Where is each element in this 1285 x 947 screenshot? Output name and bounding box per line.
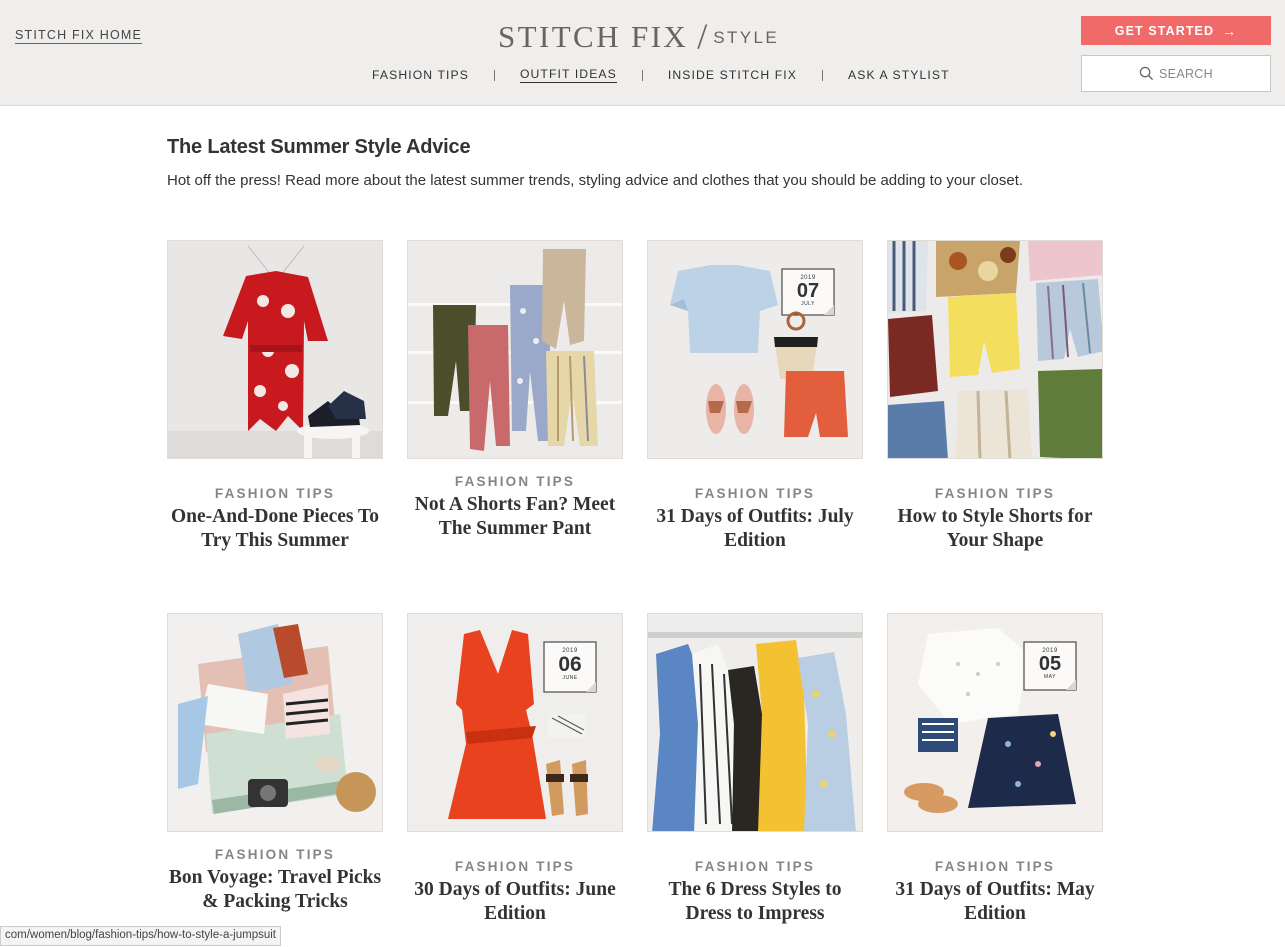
calendar-month: JUNE — [562, 675, 578, 681]
article-title[interactable]: 31 Days of Outfits: July Edition — [647, 505, 863, 553]
section-description: Hot off the press! Read more about the l… — [167, 172, 1024, 189]
article-category[interactable]: FASHION TIPS — [887, 859, 1103, 874]
main-nav: FASHION TIPS OUTFIT IDEAS INSIDE STITCH … — [372, 67, 950, 83]
site-header: STITCH FIX HOME STITCH FIX / STYLE FASHI… — [0, 0, 1285, 106]
nav-outfit-ideas[interactable]: OUTFIT IDEAS — [519, 67, 617, 83]
section-title: The Latest Summer Style Advice — [167, 136, 471, 158]
calendar-day: 07 — [796, 280, 820, 302]
article-title[interactable]: Bon Voyage: Travel Picks & Packing Trick… — [167, 866, 383, 914]
article-card[interactable]: FASHION TIPS Bon Voyage: Travel Picks & … — [167, 613, 383, 914]
article-card[interactable]: FASHION TIPS Not A Shorts Fan? Meet The … — [407, 240, 623, 541]
article-category[interactable]: FASHION TIPS — [647, 859, 863, 874]
stitch-fix-style-logo[interactable]: STITCH FIX / STYLE — [498, 16, 779, 58]
logo-slash: / — [697, 16, 708, 56]
article-card[interactable]: FASHION TIPS One-And-Done Pieces To Try … — [167, 240, 383, 553]
article-title[interactable]: 31 Days of Outfits: May Edition — [887, 878, 1103, 926]
article-image-red-romper[interactable] — [167, 240, 383, 459]
link-status-bar: com/women/blog/fashion-tips/how-to-style… — [0, 926, 281, 946]
search-label: SEARCH — [1159, 66, 1213, 81]
article-image-travel[interactable] — [167, 613, 383, 832]
nav-divider — [821, 69, 823, 81]
logo-style: STYLE — [713, 28, 780, 47]
get-started-button[interactable]: GET STARTED → — [1081, 16, 1271, 45]
article-title[interactable]: How to Style Shorts for Your Shape — [887, 505, 1103, 553]
article-card[interactable]: FASHION TIPS How to Style Shorts for You… — [887, 240, 1103, 553]
article-category[interactable]: FASHION TIPS — [167, 486, 383, 501]
search-button[interactable]: SEARCH — [1081, 55, 1271, 92]
article-image-summer-pants[interactable] — [407, 240, 623, 459]
calendar-day: 05 — [1038, 653, 1062, 675]
article-card[interactable]: FASHION TIPS The 6 Dress Styles to Dress… — [647, 613, 863, 926]
article-category[interactable]: FASHION TIPS — [407, 859, 623, 874]
nav-inside-stitch-fix[interactable]: INSIDE STITCH FIX — [668, 68, 797, 82]
calendar-badge: 2019 05 MAY — [1025, 644, 1075, 688]
article-title[interactable]: Not A Shorts Fan? Meet The Summer Pant — [407, 493, 623, 541]
article-image-shorts[interactable] — [887, 240, 1103, 459]
calendar-badge: 2019 07 JULY — [783, 271, 833, 315]
search-icon — [1139, 66, 1154, 81]
article-title[interactable]: The 6 Dress Styles to Dress to Impress — [647, 878, 863, 926]
logo-wordmark: STITCH FIX — [498, 19, 689, 54]
calendar-month: MAY — [1044, 674, 1056, 680]
article-image-july-outfits[interactable]: 2019 07 JULY — [647, 240, 863, 459]
calendar-day: 06 — [558, 653, 582, 676]
nav-divider — [493, 69, 495, 81]
calendar-badge: 2019 06 JUNE — [545, 644, 595, 690]
article-card[interactable]: 2019 07 JULY FASHION TIPS 31 Days of Out… — [647, 240, 863, 553]
article-category[interactable]: FASHION TIPS — [167, 847, 383, 862]
calendar-month: JULY — [801, 301, 815, 307]
nav-fashion-tips[interactable]: FASHION TIPS — [372, 68, 469, 82]
article-image-may-outfits[interactable]: 2019 05 MAY — [887, 613, 1103, 832]
nav-ask-a-stylist[interactable]: ASK A STYLIST — [848, 68, 950, 82]
article-title[interactable]: One-And-Done Pieces To Try This Summer — [167, 505, 383, 553]
stitch-fix-home-link[interactable]: STITCH FIX HOME — [15, 28, 143, 44]
article-card[interactable]: 2019 06 JUNE FASHION TIPS 30 Days of Out… — [407, 613, 623, 926]
article-title[interactable]: 30 Days of Outfits: June Edition — [407, 878, 623, 926]
article-category[interactable]: FASHION TIPS — [647, 486, 863, 501]
nav-divider — [641, 69, 643, 81]
article-image-dress-styles[interactable] — [647, 613, 863, 832]
article-image-june-outfits[interactable]: 2019 06 JUNE — [407, 613, 623, 832]
article-card[interactable]: 2019 05 MAY FASHION TIPS 31 Days of Outf… — [887, 613, 1103, 926]
arrow-right-icon: → — [1222, 22, 1238, 39]
get-started-label: GET STARTED — [1114, 23, 1215, 38]
article-category[interactable]: FASHION TIPS — [887, 486, 1103, 501]
article-category[interactable]: FASHION TIPS — [407, 474, 623, 489]
